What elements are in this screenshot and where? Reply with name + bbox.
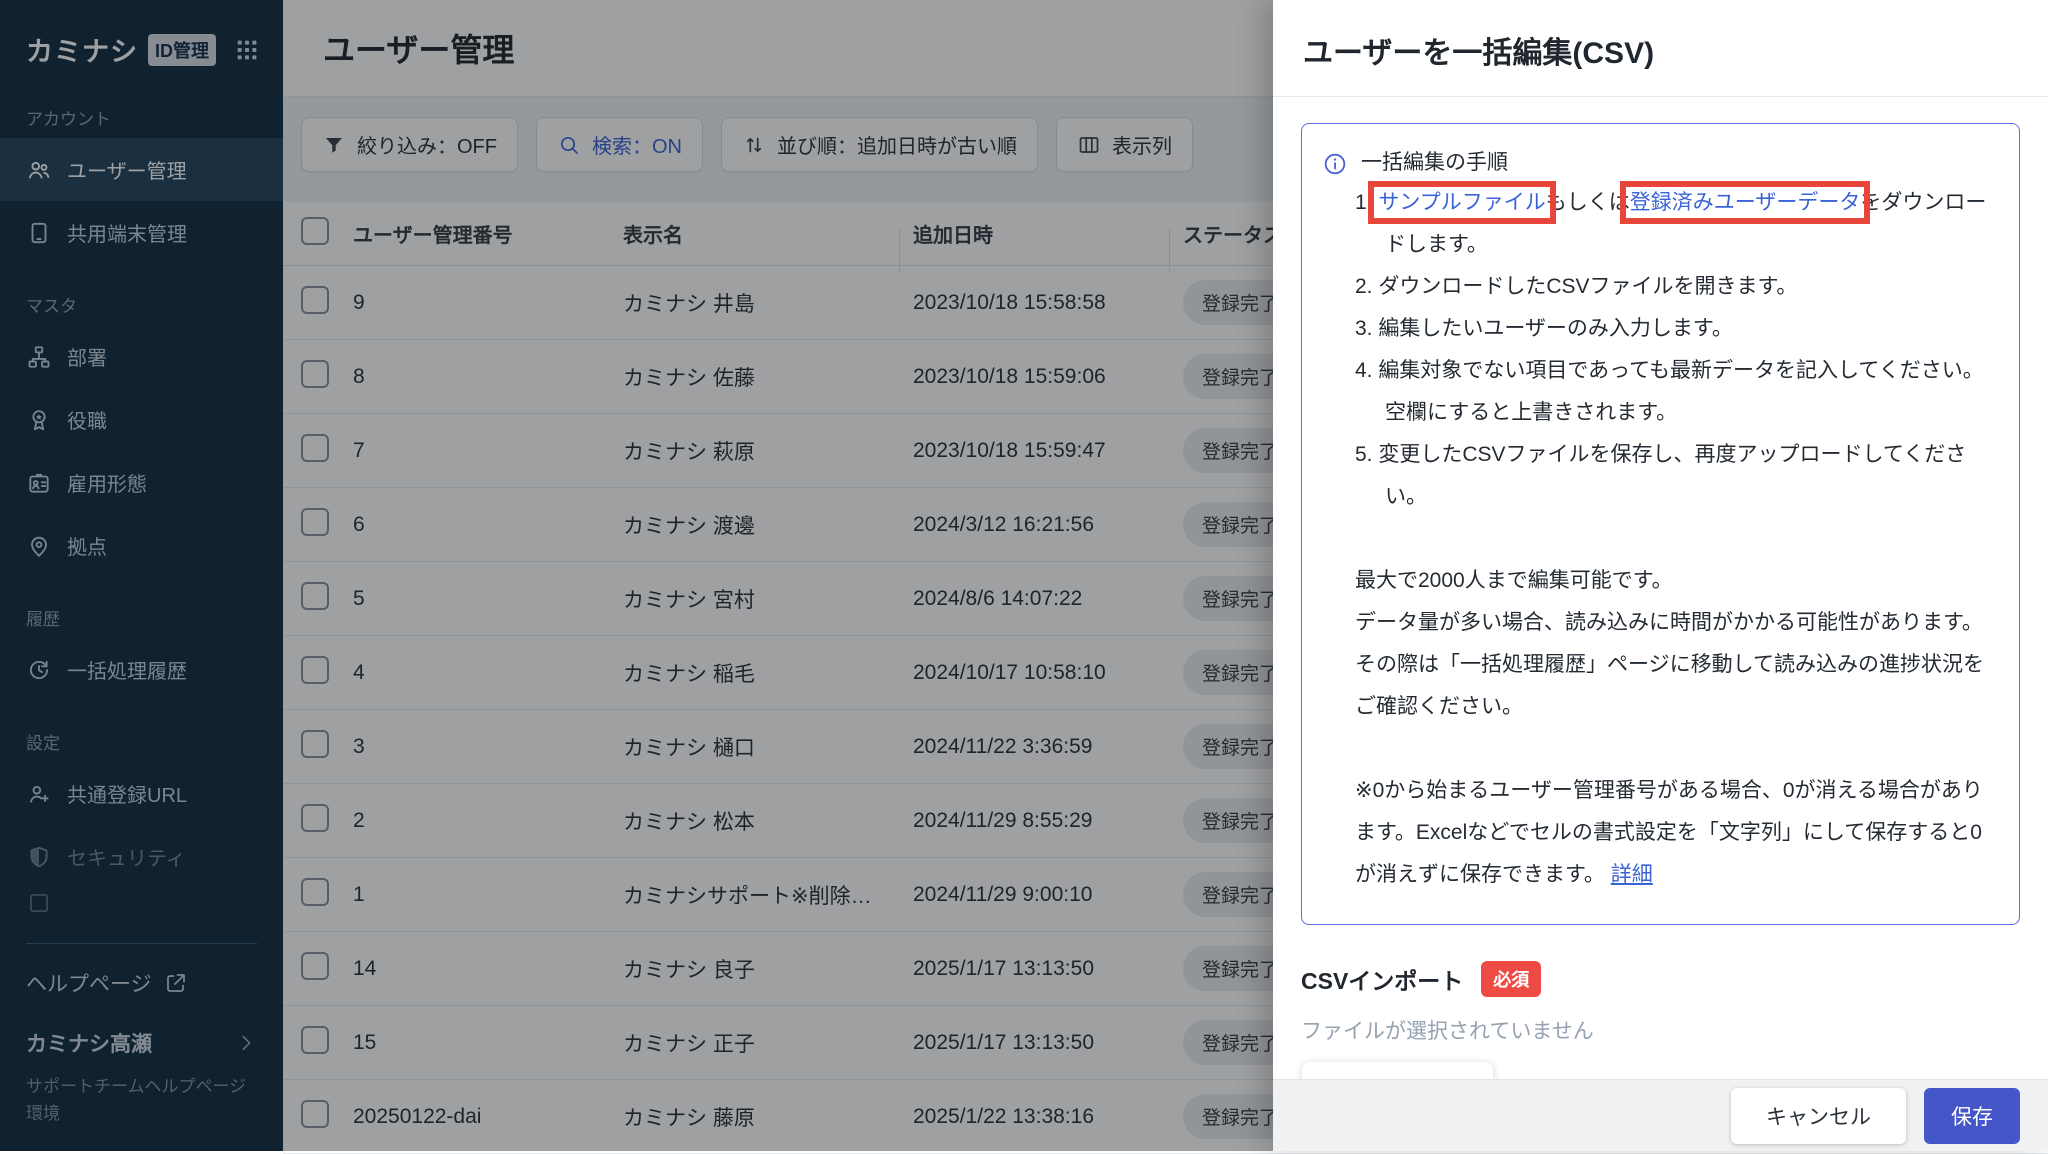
instructions-heading: 一括編集の手順: [1361, 146, 1508, 180]
csv-import-section: CSVインポート 必須 ファイルが選択されていません CSVを選択: [1301, 961, 2020, 1079]
step: 5. 変更したCSVファイルを保存し、再度アップロードしてください。: [1355, 434, 1993, 518]
panel-title: ユーザーを一括編集(CSV): [1273, 0, 2048, 97]
cancel-button[interactable]: キャンセル: [1731, 1088, 1906, 1144]
details-link[interactable]: 詳細: [1611, 863, 1653, 886]
info-icon: [1322, 151, 1348, 177]
registered-user-data-link[interactable]: 登録済みユーザーデータ: [1630, 191, 1861, 214]
csv-import-label: CSVインポート: [1301, 962, 1463, 996]
step: 4. 編集対象でない項目であっても最新データを記入してください。空欄にすると上書…: [1355, 350, 1993, 434]
step: 3. 編集したいユーザーのみ入力します。: [1355, 308, 1993, 350]
panel-footer: キャンセル 保存: [1273, 1079, 2048, 1151]
select-csv-button[interactable]: CSVを選択: [1301, 1061, 1494, 1079]
capacity-paragraph: 最大で2000人まで編集可能です。データ量が多い場合、読み込みに時間がかかる可能…: [1355, 560, 1993, 728]
zero-padding-note: ※0から始まるユーザー管理番号がある場合、0が消える場合があります。Excelな…: [1355, 770, 1993, 896]
step: 2. ダウンロードしたCSVファイルを開きます。: [1355, 266, 1993, 308]
panel-body: 一括編集の手順 1. サンプルファイルもしくは登録済みユーザーデータをダウンロー…: [1273, 97, 2048, 1079]
instruction-steps: 1. サンプルファイルもしくは登録済みユーザーデータをダウンロードします。 2.…: [1355, 182, 1993, 518]
step-1: 1. サンプルファイルもしくは登録済みユーザーデータをダウンロードします。: [1355, 182, 1993, 266]
bulk-edit-csv-panel: ユーザーを一括編集(CSV) 一括編集の手順 1. サンプルファイルもしくは登録…: [1273, 0, 2048, 1151]
required-badge: 必須: [1481, 961, 1541, 997]
save-button[interactable]: 保存: [1924, 1088, 2020, 1144]
sample-file-link[interactable]: サンプルファイル: [1378, 191, 1545, 214]
instructions-box: 一括編集の手順 1. サンプルファイルもしくは登録済みユーザーデータをダウンロー…: [1301, 123, 2020, 925]
modal-dim-overlay[interactable]: [0, 0, 1273, 1151]
no-file-selected-text: ファイルが選択されていません: [1301, 1015, 2020, 1045]
